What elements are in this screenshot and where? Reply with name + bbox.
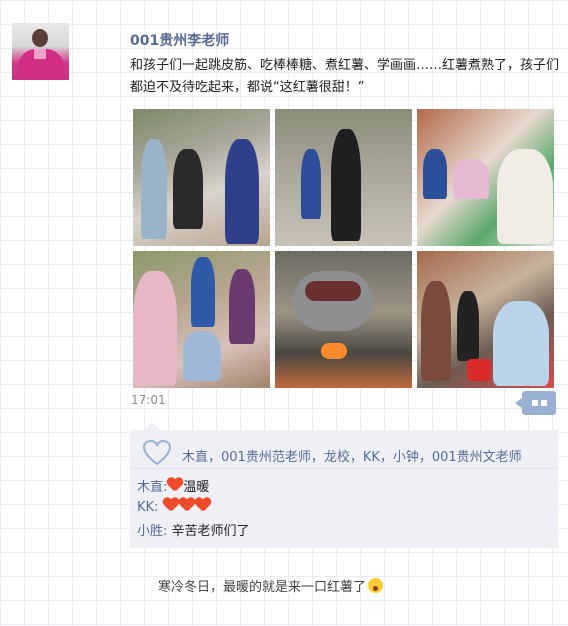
photo-1[interactable] <box>133 109 270 246</box>
post-text: 和孩子们一起跳皮筋、吃棒棒糖、煮红薯、学画画……红薯煮熟了，孩子们都迫不及待吃起… <box>130 58 560 95</box>
more-actions-button[interactable] <box>515 391 556 415</box>
red-heart-icon <box>195 498 211 512</box>
red-heart-icon <box>163 498 179 512</box>
comment-3[interactable]: 小胜: 辛苦老师们了 <box>137 520 250 539</box>
avatar-head <box>32 29 48 47</box>
comment-user[interactable]: KK: <box>137 500 158 515</box>
photo-4[interactable] <box>133 251 270 388</box>
footer-caption: 寒冷冬日，最暖的就是来一口红薯了 <box>158 576 384 595</box>
liker-names[interactable]: 木直，001贵州范老师，龙校，KK，小钟，001贵州文老师 <box>182 446 522 465</box>
author-name[interactable]: 001贵州李老师 <box>130 30 229 50</box>
comment-1[interactable]: 木直: 温暖 <box>137 476 209 495</box>
heart-outline-icon <box>142 440 172 466</box>
post-time: 17:01 <box>131 393 166 407</box>
red-heart-icon <box>167 478 183 492</box>
avatar-collar <box>34 49 46 59</box>
more-actions-icon <box>532 400 538 406</box>
comment-text: 辛苦老师们了 <box>171 524 250 539</box>
divider <box>130 468 558 469</box>
likes-comments-panel: 木直，001贵州范老师，龙校，KK，小钟，001贵州文老师 木直: 温暖 KK: … <box>130 422 558 548</box>
comment-2[interactable]: KK: <box>137 498 211 515</box>
footer-text: 寒冷冬日，最暖的就是来一口红薯了 <box>158 580 367 595</box>
surprised-face-icon <box>368 578 384 593</box>
comment-text: 温暖 <box>183 480 210 495</box>
red-heart-icon <box>179 498 195 512</box>
photo-6[interactable] <box>417 251 554 388</box>
comment-user[interactable]: 小胜: <box>137 524 167 539</box>
more-actions-icon-dot <box>541 400 547 406</box>
photo-2[interactable] <box>275 109 412 246</box>
author-avatar[interactable] <box>12 23 69 80</box>
likes-row: 木直，001贵州范老师，龙校，KK，小钟，001贵州文老师 <box>140 438 550 468</box>
photo-3[interactable] <box>417 109 554 246</box>
photo-5[interactable] <box>275 251 412 388</box>
comment-user[interactable]: 木直: <box>137 480 167 495</box>
photo-grid <box>133 109 555 389</box>
